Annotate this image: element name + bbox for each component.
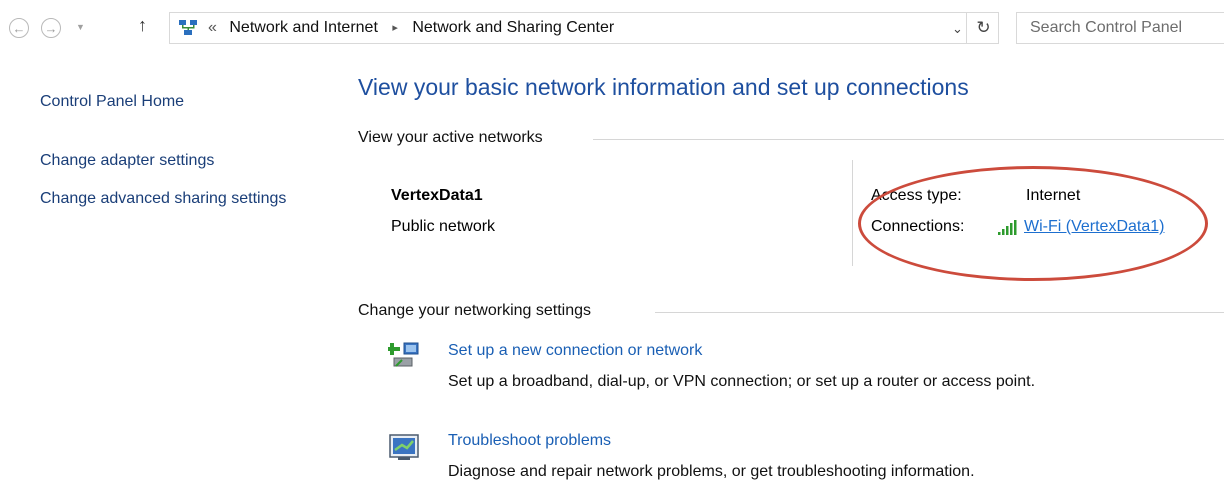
- up-arrow-icon[interactable]: ↑: [138, 15, 147, 36]
- setup-new-connection-description: Set up a broadband, dial-up, or VPN conn…: [448, 373, 1036, 390]
- section-divider: [655, 312, 1224, 313]
- change-advanced-sharing-settings-link[interactable]: Change advanced sharing settings: [40, 188, 300, 210]
- control-panel-home-link[interactable]: Control Panel Home: [40, 91, 184, 113]
- wifi-connection-link[interactable]: Wi-Fi (VertexData1): [1024, 218, 1164, 236]
- breadcrumb-overflow[interactable]: «: [208, 19, 217, 36]
- access-type-label: Access type:: [871, 187, 962, 204]
- recent-locations-dropdown-icon[interactable]: ▼: [76, 22, 85, 32]
- breadcrumb-separator[interactable]: ▸: [392, 22, 398, 34]
- section-divider: [593, 139, 1224, 140]
- setup-new-connection-link[interactable]: Set up a new connection or network: [448, 342, 702, 360]
- address-bar[interactable]: « Network and Internet ▸ Network and Sha…: [169, 12, 999, 44]
- new-connection-icon: [388, 342, 419, 367]
- forward-arrow-icon[interactable]: →: [41, 18, 61, 38]
- connections-label: Connections:: [871, 218, 965, 235]
- troubleshoot-problems-link[interactable]: Troubleshoot problems: [448, 432, 611, 450]
- network-name: VertexData1: [391, 187, 483, 204]
- search-input[interactable]: [1030, 14, 1224, 42]
- page-title: View your basic network information and …: [358, 74, 969, 100]
- breadcrumb: « Network and Internet ▸ Network and Sha…: [208, 19, 614, 37]
- navigation-bar: ← → ▼ ↑ « Network and Internet ▸ Network…: [0, 0, 1224, 62]
- vertical-divider: [852, 160, 853, 266]
- breadcrumb-network-and-sharing-center[interactable]: Network and Sharing Center: [412, 19, 614, 36]
- change-settings-heading: Change your networking settings: [358, 302, 592, 319]
- network-icon: [179, 20, 197, 35]
- back-arrow-icon[interactable]: ←: [9, 18, 29, 38]
- troubleshoot-icon: [389, 434, 419, 460]
- troubleshoot-problems-description: Diagnose and repair network problems, or…: [448, 463, 975, 480]
- network-type[interactable]: Public network: [391, 218, 495, 236]
- search-box[interactable]: [1016, 12, 1224, 44]
- access-type-value: Internet: [1026, 187, 1081, 204]
- change-adapter-settings-link[interactable]: Change adapter settings: [40, 150, 214, 172]
- wifi-signal-icon: [998, 220, 1017, 235]
- refresh-icon[interactable]: ↻: [966, 13, 1000, 43]
- breadcrumb-network-and-internet[interactable]: Network and Internet: [229, 19, 378, 36]
- chevron-down-icon[interactable]: ⌄: [952, 21, 963, 37]
- active-networks-heading: View your active networks: [358, 129, 543, 146]
